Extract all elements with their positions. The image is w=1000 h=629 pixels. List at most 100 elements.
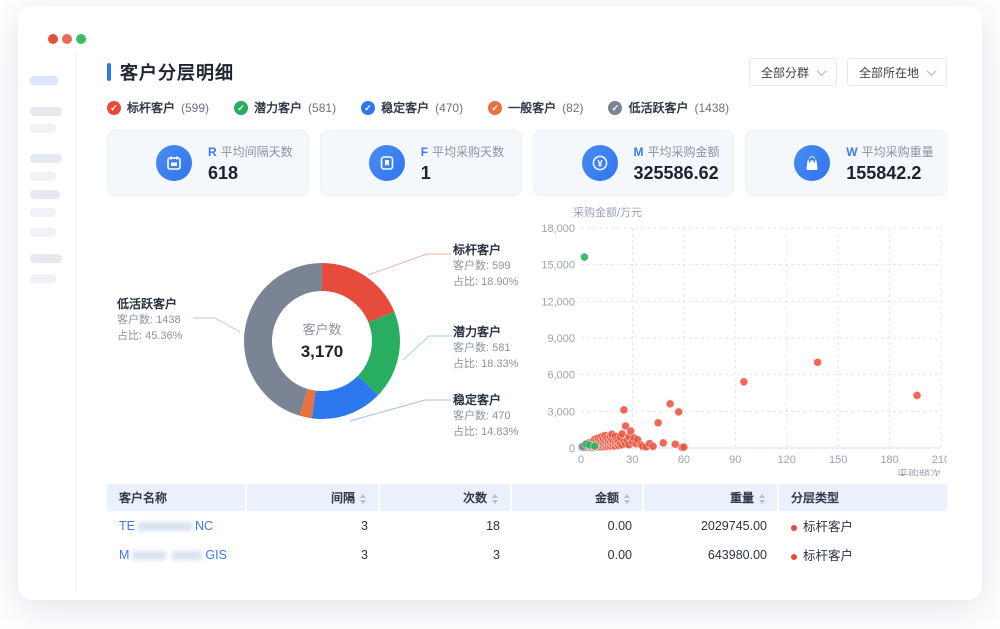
segment-legend: ✓ 标杆客户 (599) ✓ 潜力客户 (581) ✓ 稳定客户 (470) ✓… xyxy=(107,99,947,116)
sidebar-item[interactable] xyxy=(30,208,56,217)
location-filter-dropdown[interactable]: 全部所在地 xyxy=(847,58,947,86)
sidebar-item-active[interactable] xyxy=(30,76,58,85)
kpi-value: 618 xyxy=(208,163,293,184)
col-header-times[interactable]: 次数 xyxy=(380,484,512,511)
type-dot-icon xyxy=(791,525,797,531)
maximize-window-icon[interactable] xyxy=(76,34,86,44)
close-window-icon[interactable] xyxy=(48,34,58,44)
donut-center-label: 客户数 3,170 xyxy=(262,319,382,362)
table-header-row: 客户名称 间隔 次数 金额 重量 分层类型 xyxy=(107,484,947,511)
legend-count: (82) xyxy=(562,101,583,115)
svg-text:6,000: 6,000 xyxy=(547,370,575,382)
customer-name-link[interactable]: TENC xyxy=(119,519,213,533)
legend-label: 低活跃客户 xyxy=(628,99,688,116)
sidebar-item[interactable] xyxy=(30,154,62,163)
svg-text:3,000: 3,000 xyxy=(547,406,575,418)
col-header-interval[interactable]: 间隔 xyxy=(247,484,380,511)
yuan-icon: ¥ xyxy=(582,145,618,181)
redacted-text xyxy=(132,551,166,560)
scatter-plot[interactable]: 03,0006,0009,00012,00015,00018,000030609… xyxy=(535,204,947,476)
svg-text:210: 210 xyxy=(932,454,947,466)
title-accent-bar xyxy=(107,63,111,81)
main-panel: 客户分层明细 全部分群 全部所在地 ✓ 标杆客户 xyxy=(88,46,966,569)
svg-text:¥: ¥ xyxy=(597,158,603,169)
col-header-weight[interactable]: 重量 xyxy=(644,484,779,511)
scatter-chart[interactable]: 03,0006,0009,00012,00015,00018,000030609… xyxy=(535,204,947,476)
minimize-window-icon[interactable] xyxy=(62,34,72,44)
bookmark-icon xyxy=(369,145,405,181)
pie-label-potential: 潜力客户 客户数: 581 占比: 18.33% xyxy=(453,324,543,372)
type-cell: 标杆客户 xyxy=(779,511,947,540)
sort-icon[interactable] xyxy=(492,494,498,504)
customer-name-link[interactable]: MGIS xyxy=(119,548,227,562)
pie-label-stable: 稳定客户 客户数: 470 占比: 14.83% xyxy=(453,392,543,440)
redacted-text xyxy=(172,551,202,560)
sidebar-skeleton xyxy=(30,72,76,283)
legend-item-potential[interactable]: ✓ 潜力客户 (581) xyxy=(234,99,336,116)
kpi-value: 155842.2 xyxy=(846,163,933,184)
svg-text:0: 0 xyxy=(578,454,584,466)
svg-text:0: 0 xyxy=(569,443,575,455)
sidebar-item[interactable] xyxy=(30,190,60,199)
amount-cell: 0.00 xyxy=(512,511,644,540)
page-title: 客户分层明细 xyxy=(120,59,234,85)
legend-item-inactive[interactable]: ✓ 低活跃客户 (1438) xyxy=(608,99,729,116)
kpi-label: R平均间隔天数 xyxy=(208,143,293,160)
kpi-card-monetary: ¥ M平均采购金额 325586.62 xyxy=(533,130,735,196)
check-circle-icon: ✓ xyxy=(488,101,502,115)
sidebar-item[interactable] xyxy=(30,274,56,283)
legend-count: (1438) xyxy=(694,101,729,115)
donut-chart[interactable]: 客户数 3,170 标杆客户 客户数: 599 占比: 18.90% 潜力客户 … xyxy=(107,204,535,476)
amount-cell: 0.00 xyxy=(512,540,644,569)
sort-icon[interactable] xyxy=(759,494,765,504)
legend-item-benchmark[interactable]: ✓ 标杆客户 (599) xyxy=(107,99,209,116)
sidebar-item[interactable] xyxy=(30,172,56,181)
legend-count: (581) xyxy=(308,101,336,115)
bag-icon xyxy=(794,145,830,181)
sort-icon[interactable] xyxy=(360,494,366,504)
legend-label: 潜力客户 xyxy=(254,99,302,116)
sidebar-item[interactable] xyxy=(30,124,56,133)
kpi-cards: R平均间隔天数 618 F平均采购天数 1 ¥ xyxy=(107,130,947,196)
kpi-value: 1 xyxy=(421,163,504,184)
group-filter-dropdown[interactable]: 全部分群 xyxy=(749,58,837,86)
svg-text:150: 150 xyxy=(829,454,847,466)
svg-text:60: 60 xyxy=(678,454,690,466)
times-cell: 18 xyxy=(380,511,512,540)
calendar-icon xyxy=(156,145,192,181)
legend-item-stable[interactable]: ✓ 稳定客户 (470) xyxy=(361,99,463,116)
kpi-card-weight: W平均采购重量 155842.2 xyxy=(745,130,947,196)
kpi-card-frequency: F平均采购天数 1 xyxy=(320,130,522,196)
check-circle-icon: ✓ xyxy=(234,101,248,115)
table-row: TENC 3 18 0.00 2029745.00 标杆客户 xyxy=(107,511,947,540)
legend-count: (470) xyxy=(435,101,463,115)
legend-count: (599) xyxy=(181,101,209,115)
sidebar-item[interactable] xyxy=(30,254,62,263)
svg-text:15,000: 15,000 xyxy=(541,260,575,272)
sidebar-item[interactable] xyxy=(30,107,62,116)
type-dot-icon xyxy=(791,554,797,560)
svg-text:9,000: 9,000 xyxy=(547,333,575,345)
svg-text:采购金额/万元: 采购金额/万元 xyxy=(573,205,642,219)
col-header-amount[interactable]: 金额 xyxy=(512,484,644,511)
interval-cell: 3 xyxy=(247,540,380,569)
col-header-type: 分层类型 xyxy=(779,484,947,511)
weight-cell: 2029745.00 xyxy=(644,511,779,540)
weight-cell: 643980.00 xyxy=(644,540,779,569)
legend-item-general[interactable]: ✓ 一般客户 (82) xyxy=(488,99,583,116)
kpi-card-recency: R平均间隔天数 618 xyxy=(107,130,309,196)
table-row: MGIS 3 3 0.00 643980.00 标杆客户 xyxy=(107,540,947,569)
sort-icon[interactable] xyxy=(624,494,630,504)
svg-text:采购频次: 采购频次 xyxy=(897,467,941,476)
svg-text:30: 30 xyxy=(626,454,638,466)
legend-label: 稳定客户 xyxy=(381,99,429,116)
sidebar-item[interactable] xyxy=(30,228,56,237)
col-header-name: 客户名称 xyxy=(107,484,247,511)
kpi-label: F平均采购天数 xyxy=(421,143,504,160)
svg-text:120: 120 xyxy=(778,454,796,466)
pie-label-benchmark: 标杆客户 客户数: 599 占比: 18.90% xyxy=(453,242,543,290)
interval-cell: 3 xyxy=(247,511,380,540)
sidebar-divider xyxy=(75,52,76,592)
kpi-label: W平均采购重量 xyxy=(846,143,933,160)
customer-table: 客户名称 间隔 次数 金额 重量 分层类型 TENC 3 18 xyxy=(107,484,947,569)
